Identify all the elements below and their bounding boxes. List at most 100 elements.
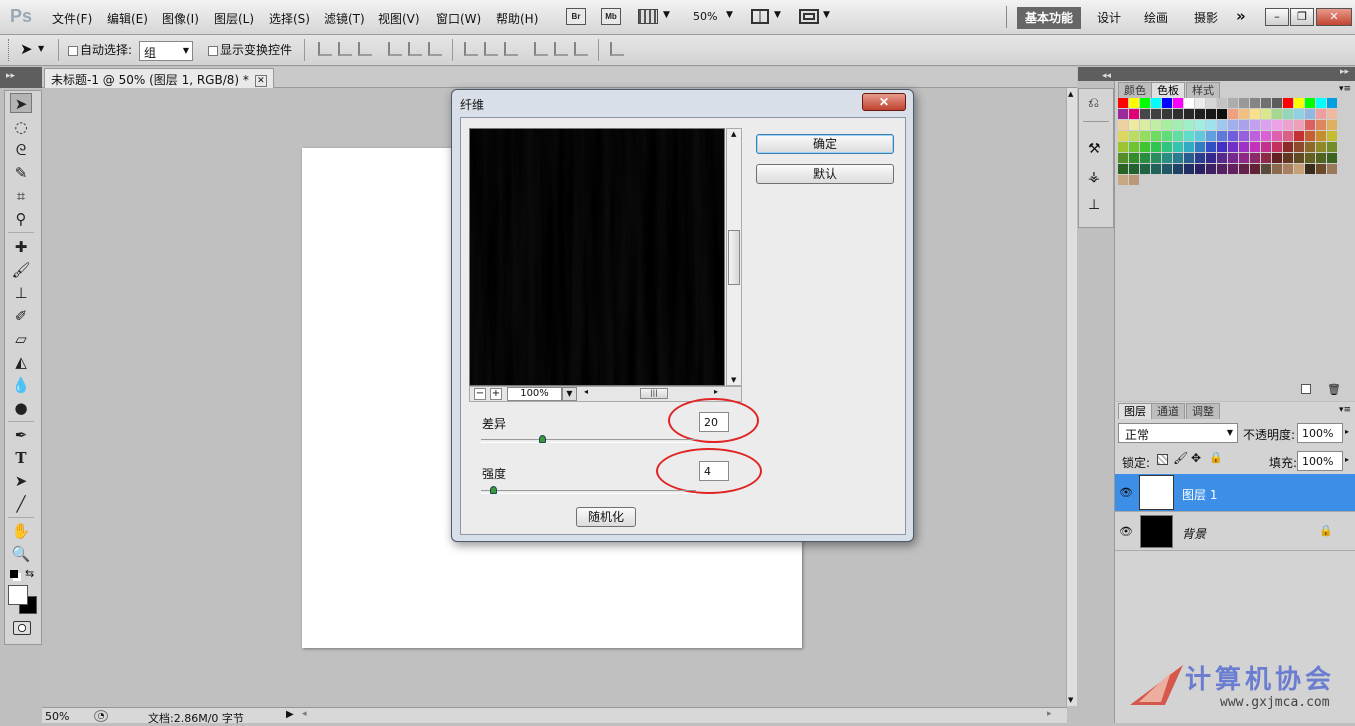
color-swatch[interactable]	[1195, 164, 1206, 175]
dodge-tool-icon[interactable]: ●	[10, 398, 32, 418]
history-brush-icon[interactable]: ✐	[10, 306, 32, 326]
visibility-eye-icon[interactable]: 👁	[1119, 486, 1133, 500]
preview-vertical-scrollbar[interactable]: ▲ ▼	[726, 128, 742, 386]
color-swatch[interactable]	[1272, 153, 1283, 164]
color-swatch[interactable]	[1173, 131, 1184, 142]
color-swatch[interactable]	[1272, 120, 1283, 131]
status-menu-icon[interactable]: ▶	[286, 709, 294, 720]
randomize-button[interactable]: 随机化	[576, 507, 636, 527]
color-swatch[interactable]	[1217, 109, 1228, 120]
tab-adjustments[interactable]: 调整	[1186, 403, 1220, 419]
auto-align-icon[interactable]	[610, 42, 624, 56]
lock-transparency-icon[interactable]	[1157, 454, 1168, 465]
color-swatch[interactable]	[1151, 142, 1162, 153]
eyedropper-tool-icon[interactable]: ⚲	[10, 209, 32, 229]
color-swatch[interactable]	[1118, 131, 1129, 142]
zoom-in-button[interactable]: +	[490, 388, 502, 400]
fill-input[interactable]: 100%	[1297, 451, 1343, 471]
color-swatch[interactable]	[1217, 153, 1228, 164]
quick-mask-icon[interactable]	[13, 621, 31, 635]
color-swatch[interactable]	[1305, 131, 1316, 142]
ok-button[interactable]: 确定	[756, 134, 894, 154]
color-swatch[interactable]	[1239, 153, 1250, 164]
restore-button[interactable]: ❐	[1290, 8, 1314, 26]
color-swatch[interactable]	[1316, 109, 1327, 120]
color-swatch[interactable]	[1162, 131, 1173, 142]
color-swatch[interactable]	[1206, 109, 1217, 120]
move-tool-icon[interactable]: ➤	[20, 40, 33, 58]
color-swatch[interactable]	[1305, 164, 1316, 175]
close-button[interactable]: ✕	[1316, 8, 1352, 26]
document-tab[interactable]: 未标题-1 @ 50% (图层 1, RGB/8) * ✕	[44, 68, 274, 88]
color-swatch[interactable]	[1261, 164, 1272, 175]
color-swatch[interactable]	[1118, 175, 1129, 186]
distribute-top-icon[interactable]	[464, 42, 478, 56]
more-workspaces-icon[interactable]: »	[1236, 7, 1246, 25]
color-swatch[interactable]	[1316, 120, 1327, 131]
color-swatch[interactable]	[1316, 142, 1327, 153]
color-swatch[interactable]	[1129, 164, 1140, 175]
trash-icon[interactable]: 🗑	[1327, 383, 1341, 396]
color-swatch[interactable]	[1217, 120, 1228, 131]
align-vcenter-icon[interactable]	[338, 42, 352, 56]
menu-view[interactable]: 视图(V)	[378, 10, 420, 27]
scroll-down-icon[interactable]: ▼	[1068, 696, 1073, 704]
color-swatch[interactable]	[1327, 153, 1338, 164]
checkbox-icon[interactable]	[68, 45, 78, 56]
color-swatch[interactable]	[1294, 142, 1305, 153]
color-swatch[interactable]	[1151, 153, 1162, 164]
fill-arrow-icon[interactable]: ▸	[1345, 455, 1349, 464]
distribute-right-icon[interactable]	[574, 42, 588, 56]
color-swatch[interactable]	[1162, 142, 1173, 153]
scroll-up-icon[interactable]: ▲	[731, 130, 736, 138]
color-swatch[interactable]	[1195, 98, 1206, 109]
color-swatch[interactable]	[1294, 109, 1305, 120]
color-swatch[interactable]	[1228, 98, 1239, 109]
color-swatch[interactable]	[1173, 142, 1184, 153]
close-tab-icon[interactable]: ✕	[254, 74, 267, 87]
color-swatch[interactable]	[1173, 164, 1184, 175]
color-swatch[interactable]	[1217, 164, 1228, 175]
color-swatch[interactable]	[1140, 109, 1151, 120]
menu-filter[interactable]: 滤镜(T)	[324, 10, 365, 27]
color-swatch[interactable]	[1283, 131, 1294, 142]
scroll-up-icon[interactable]: ▲	[1068, 90, 1073, 98]
color-swatch[interactable]	[1327, 142, 1338, 153]
color-swatch[interactable]	[1206, 153, 1217, 164]
color-swatch[interactable]	[1173, 109, 1184, 120]
scroll-right-icon[interactable]: ▸	[1047, 709, 1052, 719]
color-swatch[interactable]	[1140, 131, 1151, 142]
menu-edit[interactable]: 编辑(E)	[107, 10, 148, 27]
color-swatch[interactable]	[1272, 142, 1283, 153]
color-swatch[interactable]	[1129, 109, 1140, 120]
color-swatch[interactable]	[1206, 131, 1217, 142]
marquee-tool-icon[interactable]: ◌	[10, 117, 32, 137]
color-swatch[interactable]	[1261, 98, 1272, 109]
strength-slider[interactable]	[481, 490, 696, 494]
color-swatch[interactable]	[1327, 131, 1338, 142]
eraser-tool-icon[interactable]: ▱	[10, 329, 32, 349]
status-icon[interactable]: ◔	[94, 710, 108, 722]
clone-source-icon[interactable]: ⚶	[1088, 169, 1100, 185]
align-right-icon[interactable]	[428, 42, 442, 56]
color-swatch[interactable]	[1151, 109, 1162, 120]
color-swatch[interactable]	[1162, 164, 1173, 175]
color-swatch[interactable]	[1261, 153, 1272, 164]
status-zoom[interactable]: 50%	[45, 710, 69, 723]
color-swatch[interactable]	[1327, 109, 1338, 120]
color-swatch[interactable]	[1239, 164, 1250, 175]
color-swatch[interactable]	[1228, 109, 1239, 120]
color-swatch[interactable]	[1239, 131, 1250, 142]
workspace-design[interactable]: 设计	[1097, 9, 1121, 26]
color-swatch[interactable]	[1294, 98, 1305, 109]
canvas-vertical-scrollbar[interactable]: ▲ ▼	[1066, 88, 1077, 706]
collapse-icon[interactable]: ◂◂	[1102, 71, 1111, 81]
color-swatch[interactable]	[1305, 142, 1316, 153]
brush-panel-icon[interactable]: ⚒	[1088, 141, 1101, 157]
align-hcenter-icon[interactable]	[408, 42, 422, 56]
color-swatch[interactable]	[1118, 120, 1129, 131]
panel-menu-icon[interactable]: ▾≡	[1339, 405, 1351, 415]
scroll-left-icon[interactable]: ◂	[584, 387, 588, 396]
tab-color[interactable]: 颜色	[1118, 82, 1152, 98]
clone-stamp-icon[interactable]: ⊥	[10, 283, 32, 303]
